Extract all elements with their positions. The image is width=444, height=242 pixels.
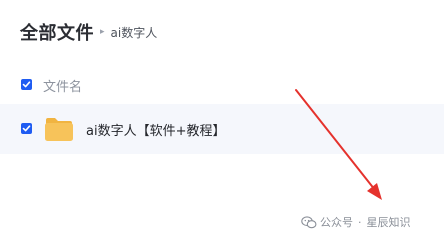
watermark-account: 星辰知识 [366,216,411,229]
watermark-dot: · [358,215,362,229]
wechat-icon [301,215,317,228]
red-arrow-annotation [295,89,382,200]
watermark: 公众号 · 星辰知识 [301,214,411,230]
watermark-source: 公众号 [320,216,353,229]
